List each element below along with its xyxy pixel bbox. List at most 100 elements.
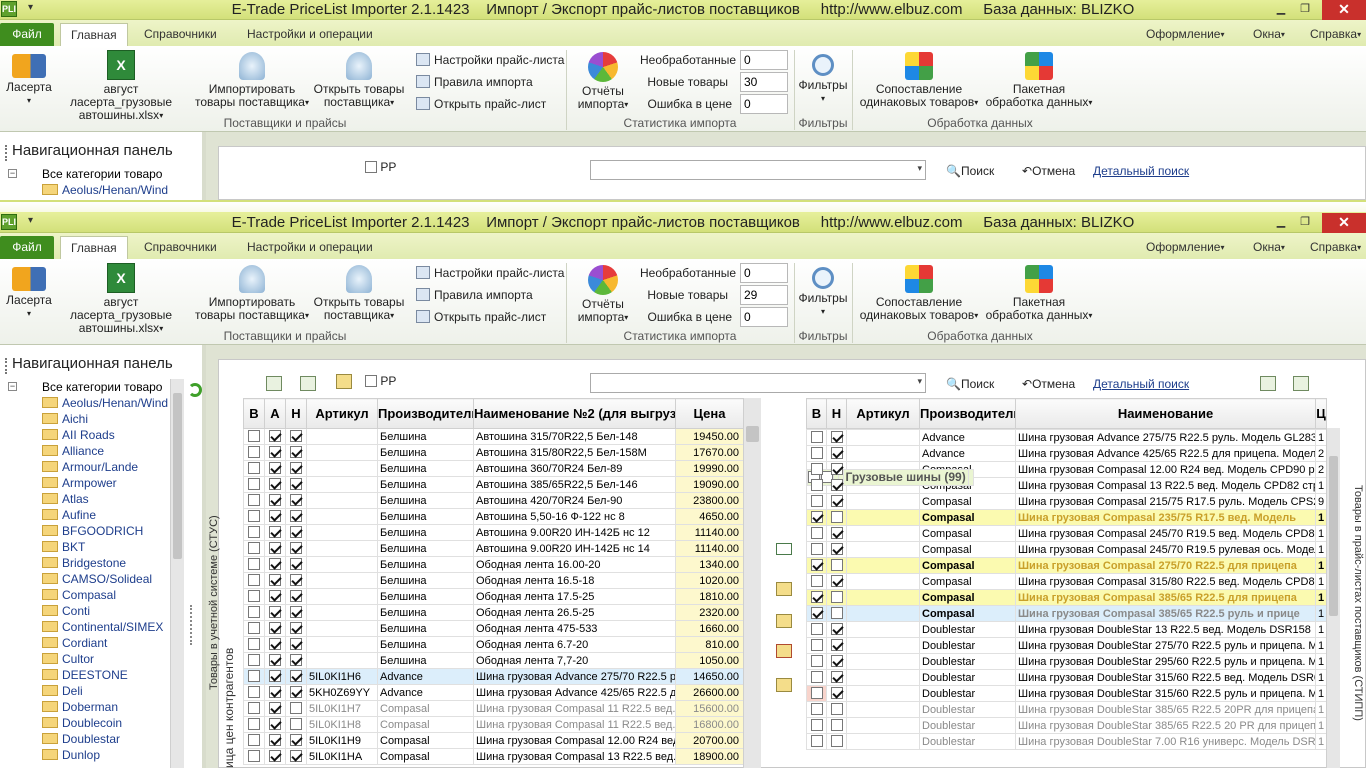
menu-window[interactable]: Окна▾	[1253, 27, 1285, 41]
n-checkbox[interactable]	[830, 462, 843, 475]
table-row[interactable]: Белшина Автошина 9.00R20 ИН-142Б нс 14 111…	[243, 540, 744, 557]
n-checkbox[interactable]	[290, 429, 302, 442]
n-checkbox[interactable]	[830, 494, 843, 507]
tree-item[interactable]: BFGOODRICH	[0, 523, 184, 539]
a-checkbox[interactable]	[269, 621, 281, 634]
n-checkbox[interactable]	[830, 558, 843, 571]
n-checkbox[interactable]	[830, 670, 843, 683]
column-header[interactable]: Артикул	[846, 398, 920, 429]
a-checkbox[interactable]	[269, 733, 281, 746]
tree-item[interactable]: AII Roads	[0, 427, 184, 443]
left-grid-scrollbar[interactable]	[743, 398, 761, 768]
lacerta-button[interactable]: Ласерта ▾	[6, 267, 52, 320]
column-header[interactable]: Производитель	[377, 398, 474, 429]
import-rules-button[interactable]: Правила импорта	[416, 288, 533, 302]
table-row[interactable]: Белшина Ободная лента 26.5-25 2320.00	[243, 604, 744, 621]
filters-button[interactable]: Фильтры ▾	[798, 54, 848, 105]
tree-item[interactable]: CAMSO/Solideal	[0, 571, 184, 587]
tree-root[interactable]: − Все категории товаро	[0, 379, 184, 395]
column-header[interactable]: Н	[285, 398, 307, 429]
table-row[interactable]: Doublestar Шина грузовая DoubleStar 385/6…	[806, 717, 1327, 734]
v-checkbox[interactable]	[248, 733, 260, 746]
n-checkbox[interactable]	[830, 702, 843, 715]
table-row[interactable]: Белшина Ободная лента 7,7-20 1050.00	[243, 652, 744, 669]
n-checkbox[interactable]	[830, 638, 843, 651]
open-pricelist-button[interactable]: Открыть прайс-лист	[416, 310, 546, 324]
a-checkbox[interactable]	[269, 557, 281, 570]
tab-home[interactable]: Главная	[60, 23, 128, 47]
tree-link-icon[interactable]	[776, 543, 792, 555]
v-checkbox[interactable]	[248, 541, 260, 554]
n-checkbox[interactable]	[290, 525, 302, 538]
v-checkbox[interactable]	[810, 686, 823, 699]
column-header[interactable]: Н	[826, 398, 847, 429]
table-row[interactable]: Compasal Шина грузовая Compasal 235/75 R1…	[806, 509, 1327, 526]
folder-icon[interactable]	[336, 374, 352, 389]
column-header[interactable]: Ц	[1315, 398, 1327, 429]
menu-design[interactable]: Оформление▾	[1146, 240, 1225, 254]
n-checkbox[interactable]	[830, 654, 843, 667]
search-button[interactable]: 🔍Поиск	[946, 377, 994, 391]
v-checkbox[interactable]	[810, 478, 823, 491]
tree-item[interactable]: Aeolus/Henan/Wind	[0, 395, 184, 411]
batch-processing-button[interactable]: Пакетная обработка данных▾	[984, 52, 1094, 109]
v-checkbox[interactable]	[248, 493, 260, 506]
n-checkbox[interactable]	[290, 685, 302, 698]
folder-delete-icon[interactable]	[776, 644, 792, 658]
v-checkbox[interactable]	[810, 670, 823, 683]
n-checkbox[interactable]	[830, 574, 843, 587]
table-row[interactable]: Doublestar Шина грузовая DoubleStar 315/6…	[806, 685, 1327, 702]
n-checkbox[interactable]	[290, 557, 302, 570]
v-checkbox[interactable]	[248, 701, 260, 714]
n-checkbox[interactable]	[830, 590, 843, 603]
tab-file[interactable]: Файл	[0, 236, 54, 259]
table-row[interactable]: Compasal Шина грузовая Compasal 245/70 R1…	[806, 541, 1327, 558]
a-checkbox[interactable]	[269, 605, 281, 618]
n-checkbox[interactable]	[290, 589, 302, 602]
a-checkbox[interactable]	[269, 493, 281, 506]
n-checkbox[interactable]	[290, 653, 302, 666]
v-checkbox[interactable]	[248, 669, 260, 682]
pricelist-file-button[interactable]: X август ласерта_грузовые автошины.xlsx▾	[56, 50, 186, 122]
tree-item[interactable]: Bridgestone	[0, 555, 184, 571]
n-checkbox[interactable]	[290, 573, 302, 586]
n-checkbox[interactable]	[290, 461, 302, 474]
n-checkbox[interactable]	[830, 430, 843, 443]
restore-icon[interactable]: ❐	[1294, 2, 1316, 16]
restore-icon[interactable]: ❐	[1294, 215, 1316, 229]
n-checkbox[interactable]	[830, 510, 843, 523]
detailed-search-link[interactable]: Детальный поиск	[1093, 164, 1189, 178]
column-header[interactable]: Наименование №2 (для выгрузки)	[473, 398, 676, 429]
tree-item[interactable]: Doublestar	[0, 731, 184, 747]
n-checkbox[interactable]	[290, 637, 302, 650]
rr-checkbox[interactable]: РР	[365, 160, 396, 174]
v-checkbox[interactable]	[248, 605, 260, 618]
tree-scrollbar[interactable]	[170, 379, 184, 768]
tree-item[interactable]: Aeolus/Henan/Wind	[0, 182, 184, 198]
table-row[interactable]: Compasal Шина грузовая Compasal 275/70 R2…	[806, 557, 1327, 574]
tab-home[interactable]: Главная	[60, 236, 128, 260]
tree-root[interactable]: − Все категории товаро	[0, 166, 184, 182]
search-input[interactable]: ▾	[590, 373, 926, 393]
n-checkbox[interactable]	[830, 526, 843, 539]
v-checkbox[interactable]	[248, 557, 260, 570]
tab-refs[interactable]: Справочники	[134, 236, 227, 259]
n-checkbox[interactable]	[290, 621, 302, 634]
n-checkbox[interactable]	[830, 686, 843, 699]
v-checkbox[interactable]	[248, 637, 260, 650]
n-checkbox[interactable]	[290, 445, 302, 458]
v-checkbox[interactable]	[810, 574, 823, 587]
n-checkbox[interactable]	[290, 669, 302, 682]
table-row[interactable]: Белшина Автошина 315/80R22,5 Бел-158М 1767…	[243, 444, 744, 461]
a-checkbox[interactable]	[269, 477, 281, 490]
import-button[interactable]: Импортировать товары поставщика▾	[194, 265, 310, 322]
tab-file[interactable]: Файл	[0, 23, 54, 46]
a-checkbox[interactable]	[269, 653, 281, 666]
tree-item[interactable]: Continental/SIMEX	[0, 619, 184, 635]
table-row[interactable]: Белшина Автошина 5,50-16 Ф-122 нс 8 4650.0…	[243, 508, 744, 525]
menu-design[interactable]: Оформление▾	[1146, 27, 1225, 41]
table-row[interactable]: Белшина Автошина 420/70R24 Бел-90 23800.00	[243, 492, 744, 509]
a-checkbox[interactable]	[269, 637, 281, 650]
n-checkbox[interactable]	[830, 734, 843, 747]
v-checkbox[interactable]	[248, 589, 260, 602]
